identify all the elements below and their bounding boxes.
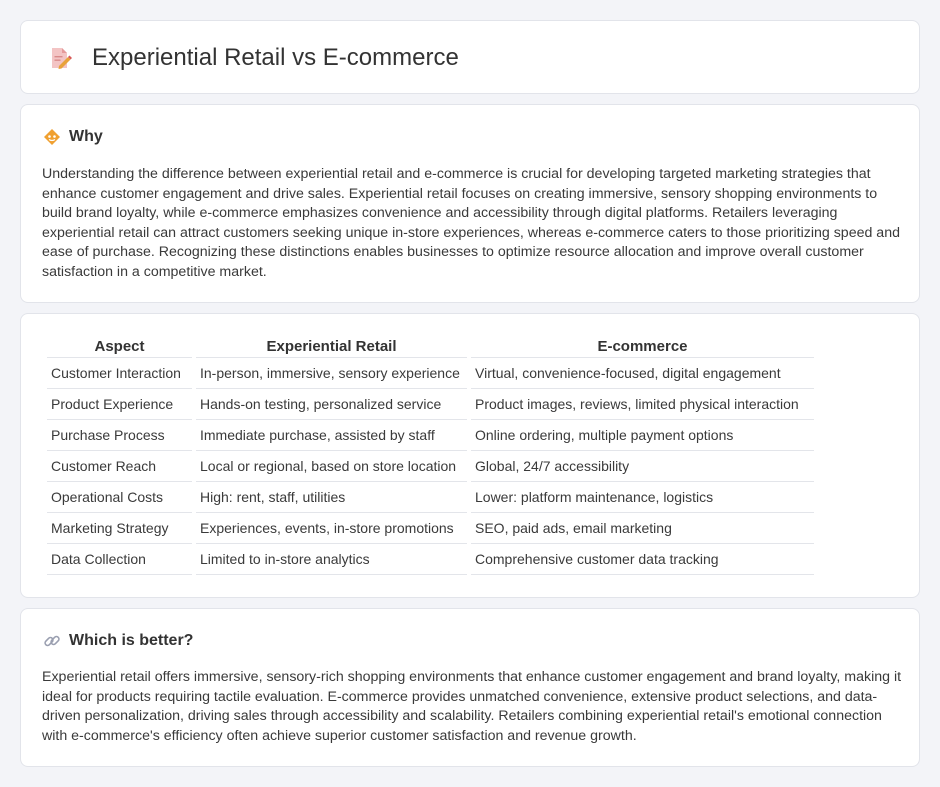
comparison-table: Aspect Experiential Retail E-commerce Cu… (43, 336, 818, 575)
why-title: Why (69, 128, 103, 145)
diamond-warning-icon (43, 128, 61, 146)
document-pencil-icon (48, 46, 72, 70)
better-title: Which is better? (69, 632, 194, 649)
table-row: Customer Reach Local or regional, based … (47, 451, 814, 482)
cell-experiential: Hands-on testing, personalized service (196, 389, 467, 420)
better-header: Which is better? (43, 629, 193, 653)
title-card: Experiential Retail vs E-commerce (20, 20, 920, 94)
cell-ecommerce: Online ordering, multiple payment option… (471, 420, 814, 451)
header-aspect: Aspect (47, 336, 192, 358)
table-row: Operational Costs High: rent, staff, uti… (47, 482, 814, 513)
cell-aspect: Operational Costs (47, 482, 192, 513)
page-title: Experiential Retail vs E-commerce (92, 44, 459, 71)
cell-ecommerce: Global, 24/7 accessibility (471, 451, 814, 482)
comparison-section: Aspect Experiential Retail E-commerce Cu… (20, 313, 920, 598)
why-header: Why (43, 125, 103, 149)
table-row: Product Experience Hands-on testing, per… (47, 389, 814, 420)
table-row: Marketing Strategy Experiences, events, … (47, 513, 814, 544)
link-icon (43, 632, 61, 650)
better-text: Experiential retail offers immersive, se… (42, 669, 902, 744)
why-text: Understanding the difference between exp… (42, 166, 900, 280)
which-is-better-section: Which is better? Experiential retail off… (20, 608, 920, 767)
table-header-row: Aspect Experiential Retail E-commerce (47, 336, 814, 358)
cell-aspect: Purchase Process (47, 420, 192, 451)
cell-ecommerce: SEO, paid ads, email marketing (471, 513, 814, 544)
cell-aspect: Customer Interaction (47, 358, 192, 389)
cell-experiential: High: rent, staff, utilities (196, 482, 467, 513)
cell-experiential: Experiences, events, in-store promotions (196, 513, 467, 544)
header-experiential-retail: Experiential Retail (196, 336, 467, 358)
cell-ecommerce: Lower: platform maintenance, logistics (471, 482, 814, 513)
cell-experiential: Limited to in-store analytics (196, 544, 467, 575)
cell-aspect: Product Experience (47, 389, 192, 420)
table-row: Purchase Process Immediate purchase, ass… (47, 420, 814, 451)
header-e-commerce: E-commerce (471, 336, 814, 358)
cell-experiential: In-person, immersive, sensory experience (196, 358, 467, 389)
cell-aspect: Data Collection (47, 544, 192, 575)
cell-experiential: Immediate purchase, assisted by staff (196, 420, 467, 451)
cell-aspect: Marketing Strategy (47, 513, 192, 544)
why-section: Why Understanding the difference between… (20, 104, 920, 303)
cell-ecommerce: Product images, reviews, limited physica… (471, 389, 814, 420)
cell-ecommerce: Virtual, convenience-focused, digital en… (471, 358, 814, 389)
cell-aspect: Customer Reach (47, 451, 192, 482)
table-row: Customer Interaction In-person, immersiv… (47, 358, 814, 389)
cell-ecommerce: Comprehensive customer data tracking (471, 544, 814, 575)
cell-experiential: Local or regional, based on store locati… (196, 451, 467, 482)
table-row: Data Collection Limited to in-store anal… (47, 544, 814, 575)
